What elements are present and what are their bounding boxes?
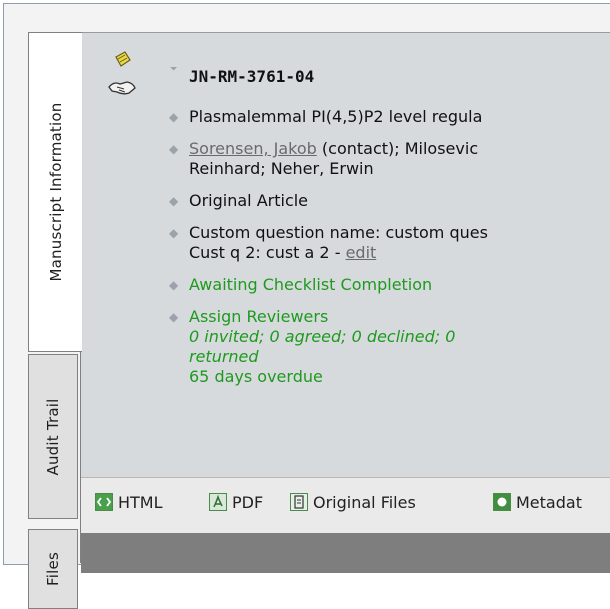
manuscript-title-row: ◆ Plasmalemmal PI(4,5)P2 level regula xyxy=(169,107,610,127)
metadata-button[interactable]: Metadat xyxy=(493,492,582,514)
original-files-button[interactable]: Original Files xyxy=(290,492,416,514)
manuscript-id: JN-RM-3761-04 xyxy=(189,67,315,86)
vertical-tab-bar: Manuscript Information Audit Trail Files xyxy=(28,32,82,609)
pdf-icon xyxy=(209,492,227,511)
handshake-icon xyxy=(108,81,136,95)
original-files-label: Original Files xyxy=(313,493,416,512)
html-button[interactable]: HTML xyxy=(95,492,163,514)
overdue-text: 65 days overdue xyxy=(189,367,323,386)
manuscript-panel: ◆ JN-RM-3761-04 ◆ Plasmalemmal PI(4,5)P2… xyxy=(80,32,610,573)
manuscript-title: Plasmalemmal PI(4,5)P2 level regula xyxy=(189,107,483,126)
tab-audit-label: Audit Trail xyxy=(44,398,62,475)
review-counts-line1: 0 invited; 0 agreed; 0 declined; 0 xyxy=(189,327,456,346)
assign-reviewers-link[interactable]: Assign Reviewers xyxy=(189,307,610,327)
bullet-icon: ◆ xyxy=(169,226,179,240)
window-frame: Manuscript Information Audit Trail Files… xyxy=(3,3,610,609)
metadata-icon xyxy=(493,492,511,511)
bullet-icon: ◆ xyxy=(169,278,179,292)
article-type-row: ◆ Original Article xyxy=(169,191,610,211)
bullet-icon: ◆ xyxy=(169,110,179,124)
status-row: ◆ Awaiting Checklist Completion xyxy=(169,275,610,295)
tab-manuscript-label: Manuscript Information xyxy=(46,102,65,282)
bullet-icon: ◆ xyxy=(169,194,179,208)
metadata-label: Metadat xyxy=(516,493,582,512)
pdf-label: PDF xyxy=(232,493,264,512)
document-icon xyxy=(290,492,308,511)
authors-text-line2: Reinhard; Neher, Erwin xyxy=(189,159,374,178)
assign-reviewers-row: ◆ Assign Reviewers 0 invited; 0 agreed; … xyxy=(169,307,610,387)
html-icon xyxy=(95,492,113,511)
status-icons xyxy=(107,51,157,111)
tab-files[interactable]: Files xyxy=(28,529,78,609)
pdf-button[interactable]: PDF xyxy=(209,492,263,514)
article-type: Original Article xyxy=(189,191,309,210)
manuscript-details: ◆ JN-RM-3761-04 ◆ Plasmalemmal PI(4,5)P2… xyxy=(169,67,610,387)
authors-row: ◆ Sorensen, Jakob (contact); Milosevic R… xyxy=(169,139,610,179)
contact-author-link[interactable]: Sorensen, Jakob xyxy=(189,139,317,158)
custom-questions-row: ◆ Custom question name: custom ques Cust… xyxy=(169,223,610,263)
bullet-icon: ◆ xyxy=(169,67,178,75)
authors-text: (contact); Milosevic xyxy=(316,139,479,158)
sticky-note-icon[interactable] xyxy=(113,51,131,69)
tab-audit-trail[interactable]: Audit Trail xyxy=(28,354,78,519)
bullet-icon: ◆ xyxy=(169,310,179,324)
custom-question-2: Cust q 2: cust a 2 - edit xyxy=(189,243,610,263)
status-text[interactable]: Awaiting Checklist Completion xyxy=(189,275,432,294)
tab-manuscript-information[interactable]: Manuscript Information xyxy=(28,32,82,352)
bottom-strip xyxy=(81,533,610,573)
review-counts-line2: returned xyxy=(189,347,259,366)
file-actions-bar: HTML PDF Original Files Metadat xyxy=(81,477,610,534)
custom-question-1: Custom question name: custom ques xyxy=(189,223,488,242)
html-label: HTML xyxy=(118,493,163,512)
edit-link[interactable]: edit xyxy=(346,243,377,262)
bullet-icon: ◆ xyxy=(169,142,179,156)
manuscript-id-row: ◆ JN-RM-3761-04 xyxy=(169,67,610,89)
tab-files-label: Files xyxy=(44,552,62,586)
custom-question-2-text: Cust q 2: cust a 2 - xyxy=(189,243,346,262)
